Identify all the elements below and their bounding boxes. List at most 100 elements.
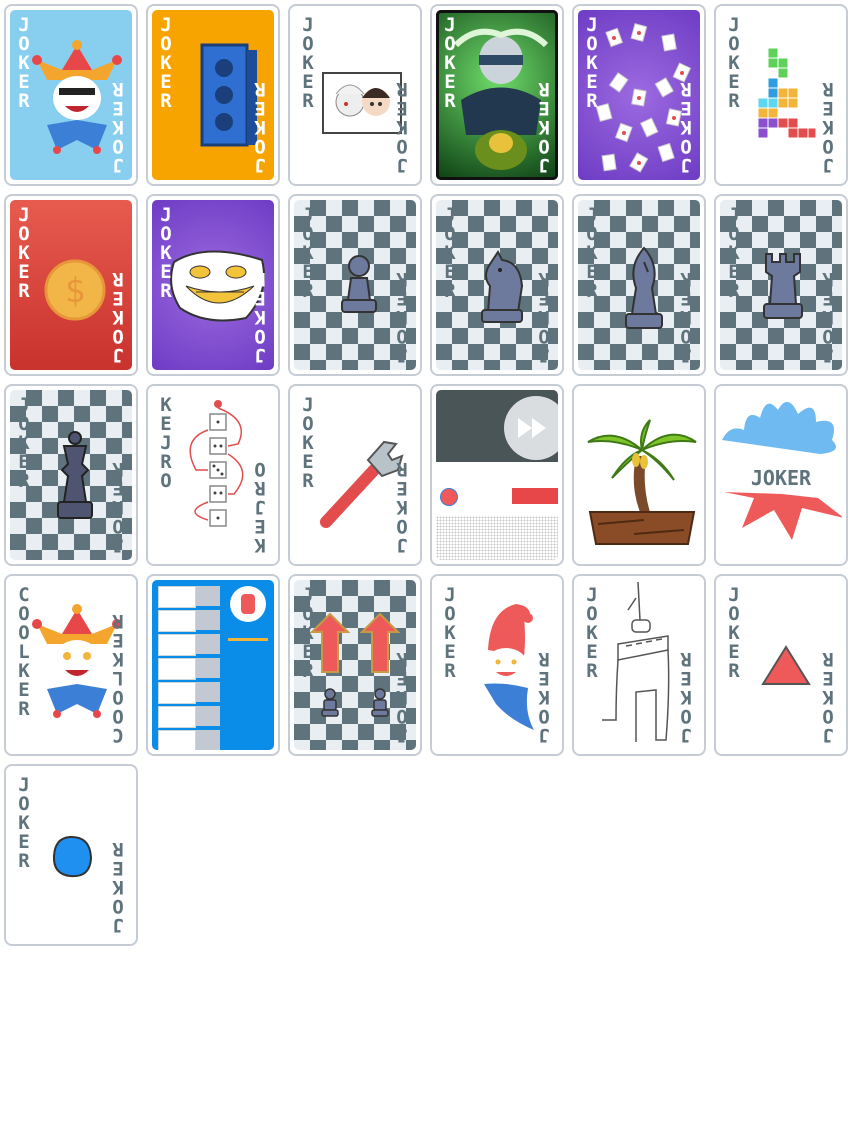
card-label-top: JOKER xyxy=(444,584,456,682)
gnome-jester-icon xyxy=(470,600,540,740)
card-label-bottom: JOKER xyxy=(396,78,408,176)
card-face: JOKER JOKER xyxy=(436,580,558,750)
card-label-bottom: JOKER xyxy=(822,78,834,176)
card-face: KEJRO KEJRO xyxy=(152,390,274,560)
card-label-top: JOKER xyxy=(728,584,740,682)
svg-text:$: $ xyxy=(65,271,85,311)
card-face: JOKER xyxy=(720,390,842,560)
card-face: JOKER JOKER xyxy=(152,10,274,180)
dice-flow-icon xyxy=(178,400,258,539)
card-face: JOKER JOKER xyxy=(294,10,416,180)
card-label-top: JOKER xyxy=(728,14,740,112)
ad-slot-gray xyxy=(196,586,220,606)
ad-slot xyxy=(158,586,196,608)
joker-card-tetris[interactable]: JOKER JOKER xyxy=(714,4,848,186)
card-label-top: JOKER xyxy=(18,394,30,492)
card-face: JOKER JOKER xyxy=(720,10,842,180)
card-label-bottom: JOKER xyxy=(112,838,124,936)
card-label-top: JOKER xyxy=(18,204,30,302)
subscribe-button[interactable] xyxy=(512,488,558,504)
joker-card-chess-knight[interactable]: JOKER JOKER xyxy=(430,194,564,376)
card-label-bottom: JOKER xyxy=(254,78,266,176)
card-label-bottom: JOKER xyxy=(538,268,550,366)
joker-card-jester-classic[interactable]: JOKER JOKER xyxy=(4,4,138,186)
card-label-bottom: JOKER xyxy=(822,648,834,746)
card-face: JOKER JOKER xyxy=(294,200,416,370)
joker-card-chess-pawn[interactable]: JOKER JOKER xyxy=(288,194,422,376)
joker-card-splash[interactable]: JOKER xyxy=(714,384,848,566)
joker-card-phone-ad[interactable] xyxy=(146,574,280,756)
joker-card-video[interactable] xyxy=(430,384,564,566)
card-label-top: COOLKER xyxy=(18,584,30,720)
joker-card-blob[interactable]: JOKER JOKER xyxy=(4,764,138,946)
card-face: COOLKER COOLKER xyxy=(10,580,132,750)
tetris-blocks-icon xyxy=(754,47,818,162)
ad-slot xyxy=(158,730,196,750)
joker-card-chess-arrows[interactable]: JOKER JOKER xyxy=(288,574,422,756)
triangle-icon xyxy=(760,644,812,692)
card-label-top: JOKER xyxy=(586,204,598,302)
card-label-bottom: JOKER xyxy=(396,458,408,556)
card-label-top: KEJRO xyxy=(160,394,172,492)
card-face: JOKER JOKER xyxy=(578,200,700,370)
card-face: JOKER JOKER xyxy=(294,390,416,560)
card-label-top: JOKER xyxy=(302,14,314,112)
card-label-top: JOKER xyxy=(444,204,456,302)
card-label-top: JOKER xyxy=(18,14,30,112)
anime-photo-icon xyxy=(322,72,402,138)
joker-card-cool-jester[interactable]: COOLKER COOLKER xyxy=(4,574,138,756)
fast-forward-icon xyxy=(518,418,546,438)
joker-card-sketch[interactable]: JOKER JOKER xyxy=(572,574,706,756)
ad-slot-gray xyxy=(196,706,220,726)
sketch-icon xyxy=(598,580,678,750)
joker-card-troll-face[interactable]: JOKER JOKER xyxy=(146,194,280,376)
joker-card-green-ninja[interactable]: JOKER JOKER xyxy=(430,4,564,186)
joker-card-wrench[interactable]: JOKER JOKER xyxy=(288,384,422,566)
joker-card-speaker[interactable]: JOKER JOKER xyxy=(146,4,280,186)
ad-slot-gray xyxy=(196,682,220,702)
card-label-bottom: JOKER xyxy=(396,648,408,746)
queen-icon xyxy=(50,430,100,530)
card-face: JOKER JOKER xyxy=(10,10,132,180)
ad-slot-gray xyxy=(196,730,220,750)
card-label-top: JOKER xyxy=(160,204,172,302)
joker-card-chess-bishop[interactable]: JOKER JOKER xyxy=(572,194,706,376)
bishop-icon xyxy=(622,244,666,338)
joker-card-coin[interactable]: $ JOKER JOKER xyxy=(4,194,138,376)
card-label-top: JOKER xyxy=(586,14,598,112)
joker-card-card-spiral[interactable]: JOKER JOKER xyxy=(572,4,706,186)
blue-blob-icon xyxy=(50,834,94,884)
dollar-coin-icon: $ xyxy=(43,258,107,326)
joker-card-triangle[interactable]: JOKER JOKER xyxy=(714,574,848,756)
knight-icon xyxy=(472,246,532,330)
ad-slot xyxy=(158,610,196,632)
card-label-top: JOKER xyxy=(302,394,314,492)
card-label-bottom: JOKER xyxy=(680,78,692,176)
palm-tree-icon xyxy=(584,416,700,550)
card-label-bottom: JOKER xyxy=(680,268,692,366)
ad-slot-gray xyxy=(196,610,220,630)
joker-card-palm-tree[interactable] xyxy=(572,384,706,566)
card-face: JOKER JOKER xyxy=(10,390,132,560)
card-face xyxy=(578,390,700,560)
card-label-bottom: JOKER xyxy=(396,268,408,366)
card-face: JOKER JOKER xyxy=(10,770,132,940)
joker-card-anime-photo[interactable]: JOKER JOKER xyxy=(288,4,422,186)
play-button[interactable] xyxy=(504,396,558,460)
card-face: JOKER JOKER xyxy=(578,10,700,180)
card-label-bottom: JOKER xyxy=(112,78,124,176)
joker-banner: JOKER xyxy=(750,466,812,490)
joker-card-chess-queen[interactable]: JOKER JOKER xyxy=(4,384,138,566)
card-face: $ JOKER JOKER xyxy=(10,200,132,370)
card-label-top: JOKER xyxy=(160,14,172,112)
card-face xyxy=(152,580,274,750)
ad-logo xyxy=(230,586,266,622)
joker-card-dice-flow[interactable]: KEJRO KEJRO xyxy=(146,384,280,566)
card-label-bottom: JOKER xyxy=(112,458,124,556)
joker-card-chess-rook[interactable]: JOKER JOKER xyxy=(714,194,848,376)
dither-fade xyxy=(436,516,558,560)
card-label-bottom: JOKER xyxy=(112,268,124,366)
joker-card-gnome[interactable]: JOKER JOKER xyxy=(430,574,564,756)
card-label-top: JOKER xyxy=(586,584,598,682)
card-label-bottom: JOKER xyxy=(822,268,834,366)
